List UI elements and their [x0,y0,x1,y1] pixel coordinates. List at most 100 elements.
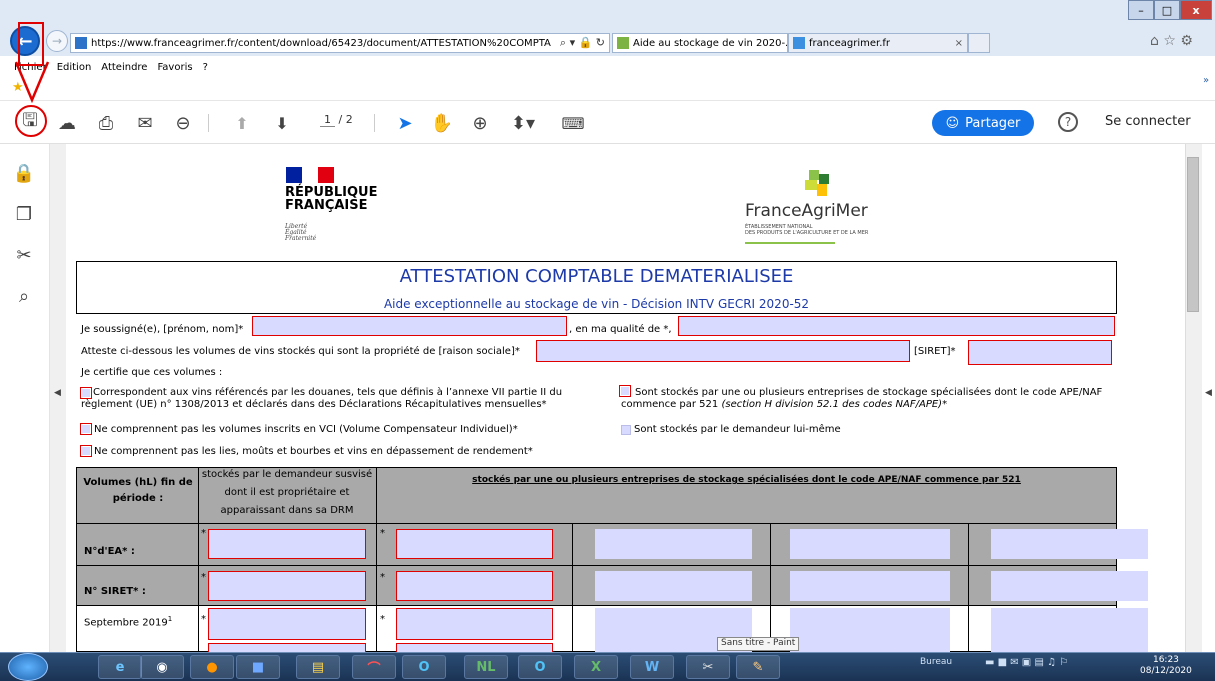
close-window-button[interactable]: x [1180,0,1212,20]
flag-red [318,167,334,183]
outlook-2-icon[interactable]: O [518,655,562,679]
tab-aide-stockage[interactable]: Aide au stockage de vin 2020-... [612,33,788,53]
zoom-in-icon[interactable]: ⊕ [468,110,492,136]
zoom-icon[interactable]: ■ [236,655,280,679]
sept-entreprise-1-field[interactable] [396,608,553,640]
forward-button[interactable]: → [46,30,68,52]
raison-sociale-field[interactable] [536,340,910,362]
snipping-tool-icon[interactable]: ✂ [686,655,730,679]
zoom-out-icon[interactable]: ⊖ [170,110,196,136]
page-favicon-icon [75,37,87,49]
fit-page-icon[interactable]: ⬍▾ [505,110,541,136]
page-current-input[interactable]: 1 [320,113,335,127]
next-entreprise-1-field[interactable] [396,643,553,652]
siret-field[interactable] [968,340,1112,365]
new-tab-button[interactable] [968,33,990,53]
chrome-icon[interactable]: ◉ [140,655,184,679]
qualite-label: , en ma qualité de *, [569,324,672,335]
word-icon[interactable]: W [630,655,674,679]
row-label-ea: N°d'EA* : [84,546,135,557]
address-url: https://www.franceagrimer.fr/content/dow… [91,37,551,49]
page-up-icon[interactable]: ⬆ [230,110,254,136]
explorer-icon[interactable]: ▤ [296,655,340,679]
ea-entreprise-3-field[interactable] [790,529,950,559]
keyboard-icon[interactable]: ⌨ [560,110,586,136]
acrobat-icon[interactable]: ⌒ [352,655,396,679]
collapse-left-arrow-icon[interactable]: ◀ [54,388,61,398]
page-down-icon[interactable]: ⬇ [270,110,294,136]
search-icon[interactable]: ⌕ [12,284,36,308]
address-bar[interactable]: https://www.franceagrimer.fr/content/dow… [70,33,610,53]
tab-close-icon[interactable]: × [955,38,963,49]
menu-edition[interactable]: Edition [57,62,92,73]
siret-label: [SIRET]* [914,346,956,357]
franceagrimer-underline [745,242,835,244]
next-demandeur-field[interactable] [208,643,366,652]
hand-tool-icon[interactable]: ✋ [430,110,454,136]
start-button[interactable] [8,653,48,681]
upload-cloud-icon[interactable]: ☁ [54,110,80,136]
outlook-icon[interactable]: O [402,655,446,679]
ea-entreprise-4-field[interactable] [991,529,1148,559]
share-user-icon: ☺ [945,115,960,131]
print-icon[interactable]: ⎙ [93,110,119,136]
attachment-icon[interactable]: ✂ [12,243,36,267]
menu-help[interactable]: ? [203,62,208,73]
ea-demandeur-field[interactable] [208,529,366,559]
septembre-text: Septembre 2019 [84,617,168,629]
tray-bureau[interactable]: Bureau [920,657,952,667]
sept-entreprise-4-field[interactable] [991,608,1148,652]
nom-prenom-field[interactable] [252,316,567,336]
cb-demandeur-checkbox[interactable] [621,425,631,435]
siret-entreprise-3-field[interactable] [790,571,950,601]
email-icon[interactable]: ✉ [132,110,158,136]
address-controls[interactable]: ⌕ ▾ 🔒 ↻ [556,36,609,50]
paint-icon[interactable]: ✎ [736,655,780,679]
login-link[interactable]: Se connecter [1105,114,1191,129]
ie-icon[interactable]: e [98,655,142,679]
french-flag-logo [286,167,334,183]
minimize-button[interactable]: – [1128,0,1154,20]
cb-lies-checkbox[interactable] [80,445,92,457]
system-clock[interactable]: 16:23 08/12/2020 [1140,655,1192,677]
scrollbar-thumb[interactable] [1187,157,1199,312]
select-arrow-icon[interactable]: ➤ [394,110,416,136]
required-star: * [201,528,206,539]
toolbar-separator [374,114,375,132]
share-button[interactable]: ☺ Partager [932,110,1034,136]
qualite-field[interactable] [678,316,1115,336]
collapse-right-arrow-icon[interactable]: ◀ [1205,388,1212,398]
menu-atteindre[interactable]: Atteindre [101,62,147,73]
home-star-gear-icons[interactable]: ⌂ ☆ ⚙ [1150,33,1193,49]
more-chevron-icon[interactable]: » [1203,75,1209,86]
header-demandeur: stockés par le demandeur susvisé dont il… [201,469,373,516]
siret-entreprise-2-field[interactable] [595,571,752,601]
document-subtitle: Aide exceptionnelle au stockage de vin -… [383,297,810,311]
help-button[interactable]: ? [1058,112,1078,132]
tray-icons[interactable]: ▬ ■ ✉ ▣ ▤ ♫ ⚐ [985,657,1068,668]
pages-icon[interactable]: ❐ [12,202,36,226]
sept-entreprise-3-field[interactable] [790,608,950,652]
lock-icon[interactable]: 🔒 [12,161,36,185]
table-col-divider [572,524,573,652]
republique-motto: Liberté Égalité Fraternité [285,223,317,242]
footnote-marker: 1 [167,615,173,623]
republique-francaise-logo: RÉPUBLIQUE FRANÇAISE [285,185,378,213]
tab-franceagrimer[interactable]: franceagrimer.fr × [788,33,968,53]
ea-entreprise-2-field[interactable] [595,529,752,559]
required-star: * [380,572,385,583]
menu-favoris[interactable]: Favoris [157,62,192,73]
ea-entreprise-1-field[interactable] [396,529,553,559]
siret-entreprise-4-field[interactable] [991,571,1148,601]
certifie-label: Je certifie que ces volumes : [81,367,223,378]
maximize-button[interactable]: □ [1154,0,1180,20]
siret-entreprise-1-field[interactable] [396,571,553,601]
app-nl-icon[interactable]: NL [464,655,508,679]
sept-demandeur-field[interactable] [208,608,366,640]
firefox-icon[interactable]: ● [190,655,234,679]
siret-demandeur-field[interactable] [208,571,366,601]
toolbar-separator [208,114,209,132]
excel-icon[interactable]: X [574,655,618,679]
menu-bar: Fichier Edition Atteindre Favoris ? [0,56,1215,78]
cb-vci-checkbox[interactable] [80,423,92,435]
